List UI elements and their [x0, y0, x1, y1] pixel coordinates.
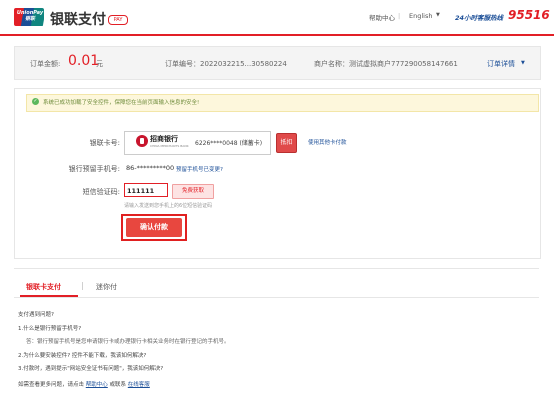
card-number: 6226****0048 (储蓄卡): [195, 140, 263, 147]
bank-name-en: CHINA MERCHANTS BANK: [150, 144, 189, 148]
sms-code-label: 短信验证码:: [82, 188, 120, 196]
faq-question-1: 1.什么是银行预留手机号?: [18, 326, 82, 332]
faq-answer-1: 答：银行预留手机号是您申请银行卡或办理银行卡相关业务时在银行登记的手机号。: [26, 339, 230, 345]
faq-question-2: 2.为什么要安装控件? 控件不能下载，我该如何解决?: [18, 353, 147, 359]
confirm-payment-button[interactable]: 确认付款: [126, 218, 182, 237]
tab-unionpay-card[interactable]: 银联卡支付: [26, 282, 61, 292]
order-amount-label: 订单金额:: [30, 60, 61, 68]
brand-title: 银联支付: [50, 12, 106, 28]
phone-label: 银行预留手机号:: [68, 165, 120, 173]
unionpay-logo: UnionPay 银联: [14, 8, 44, 26]
bank-name: 招商银行: [150, 135, 178, 143]
tab-mini-pay[interactable]: 迷你付: [96, 282, 117, 292]
order-amount-unit: 元: [96, 60, 103, 68]
phone-value: 86-*********00: [126, 164, 175, 172]
header-divider: [0, 34, 554, 36]
faq-or-contact: 或联系: [109, 382, 127, 388]
hotline-label: 24小时客服热线: [455, 14, 504, 22]
security-notice-text: 系统已成功加载了安全控件，保障您在当前页面输入信息的安全!: [43, 100, 200, 106]
phone-changed-link[interactable]: 预留手机号已变更?: [176, 165, 223, 173]
chevron-down-icon[interactable]: ▼: [436, 12, 440, 18]
merchant-name: 商户名称：测试虚拟商户777290058147661: [314, 60, 458, 68]
help-center-link[interactable]: 帮助中心: [86, 382, 108, 388]
faq-question-3: 3.付款时，遇到提示"网站安全证书有问题"，我该如何解决?: [18, 366, 164, 372]
use-other-card-link[interactable]: 使用其他卡付款: [308, 138, 347, 146]
help-center-link[interactable]: 帮助中心: [369, 12, 395, 22]
order-amount-value: 0.01: [68, 53, 100, 69]
online-service-link[interactable]: 在线客服: [128, 382, 150, 388]
discount-badge[interactable]: 抵扣: [276, 133, 297, 153]
card-number-label: 银联卡号:: [89, 139, 120, 147]
get-sms-code-button[interactable]: 免费获取: [172, 184, 214, 199]
sms-code-input[interactable]: 111111: [124, 183, 168, 197]
header-separator: |: [398, 12, 401, 20]
check-icon: ✓: [32, 98, 39, 105]
tabs-bottom-divider: [14, 297, 539, 298]
active-tab-indicator: [20, 295, 78, 297]
tab-separator: |: [81, 281, 84, 290]
brand-badge: PAY: [108, 15, 128, 25]
order-number: 订单编号：2022032215...30580224: [165, 60, 287, 68]
hotline-number: 95516: [508, 8, 550, 22]
sms-code-hint: 请输入发送到您手机上的6位短信验证码: [124, 203, 213, 209]
language-selector[interactable]: English: [409, 12, 432, 20]
faq-more: 如需查看更多问题，请点击 帮助中心 或联系 在线客服: [18, 380, 150, 388]
tabs-top-divider: [14, 268, 539, 269]
order-details-link[interactable]: 订单详情: [487, 59, 515, 69]
faq-more-prefix: 如需查看更多问题，请点击: [18, 382, 85, 388]
faq-title: 支付遇到问题?: [18, 312, 54, 318]
bank-logo-icon: [136, 135, 148, 147]
chevron-down-icon[interactable]: ▼: [521, 60, 525, 66]
